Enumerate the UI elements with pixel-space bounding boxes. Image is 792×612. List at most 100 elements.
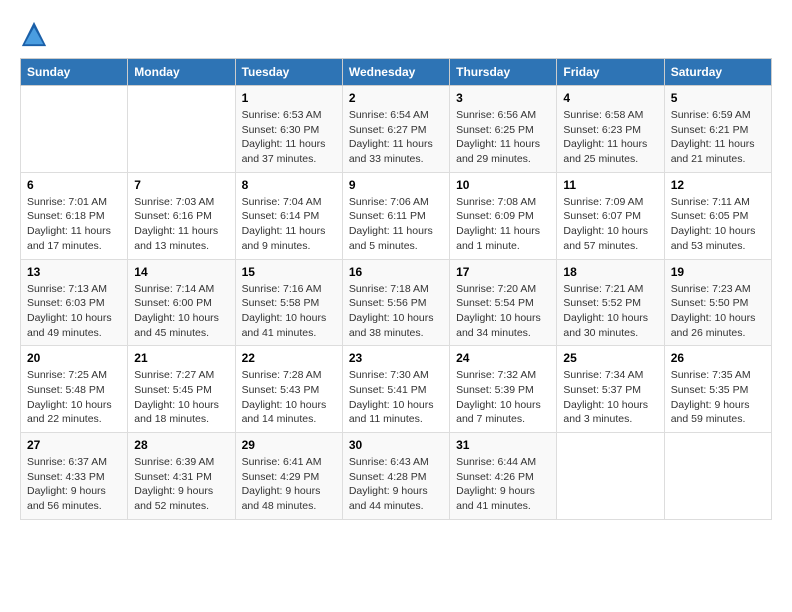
day-number: 30 xyxy=(349,438,443,452)
day-info: Sunrise: 7:21 AMSunset: 5:52 PMDaylight:… xyxy=(563,282,657,341)
calendar-week-row: 20Sunrise: 7:25 AMSunset: 5:48 PMDayligh… xyxy=(21,346,772,433)
day-info: Sunrise: 7:18 AMSunset: 5:56 PMDaylight:… xyxy=(349,282,443,341)
calendar-day-cell: 9 Sunrise: 7:06 AMSunset: 6:11 PMDaylight… xyxy=(342,172,449,259)
calendar-day-cell: 28 Sunrise: 6:39 AMSunset: 4:31 PMDayligh… xyxy=(128,433,235,520)
day-number: 15 xyxy=(242,265,336,279)
day-number: 26 xyxy=(671,351,765,365)
day-info: Sunrise: 7:08 AMSunset: 6:09 PMDaylight:… xyxy=(456,195,550,254)
day-info: Sunrise: 6:54 AMSunset: 6:27 PMDaylight:… xyxy=(349,108,443,167)
calendar-day-cell xyxy=(664,433,771,520)
day-number: 4 xyxy=(563,91,657,105)
logo-icon xyxy=(20,20,48,48)
calendar-day-cell: 5 Sunrise: 6:59 AMSunset: 6:21 PMDaylight… xyxy=(664,86,771,173)
weekday-header: Saturday xyxy=(664,59,771,86)
calendar-day-cell xyxy=(557,433,664,520)
calendar-day-cell: 26 Sunrise: 7:35 AMSunset: 5:35 PMDayligh… xyxy=(664,346,771,433)
day-info: Sunrise: 6:59 AMSunset: 6:21 PMDaylight:… xyxy=(671,108,765,167)
calendar-day-cell: 8 Sunrise: 7:04 AMSunset: 6:14 PMDaylight… xyxy=(235,172,342,259)
calendar-day-cell: 14Sunrise: 7:14 AMSunset: 6:00 PMDayligh… xyxy=(128,259,235,346)
day-info: Sunrise: 7:01 AMSunset: 6:18 PMDaylight:… xyxy=(27,195,121,254)
calendar-day-cell xyxy=(21,86,128,173)
day-number: 8 xyxy=(242,178,336,192)
day-info: Sunrise: 7:35 AMSunset: 5:35 PMDaylight:… xyxy=(671,368,765,427)
day-info: Sunrise: 6:41 AMSunset: 4:29 PMDaylight:… xyxy=(242,455,336,514)
day-info: Sunrise: 7:28 AMSunset: 5:43 PMDaylight:… xyxy=(242,368,336,427)
calendar-day-cell: 18 Sunrise: 7:21 AMSunset: 5:52 PMDayligh… xyxy=(557,259,664,346)
calendar-day-cell: 3 Sunrise: 6:56 AMSunset: 6:25 PMDaylight… xyxy=(450,86,557,173)
calendar-day-cell: 6 Sunrise: 7:01 AMSunset: 6:18 PMDaylight… xyxy=(21,172,128,259)
day-number: 28 xyxy=(134,438,228,452)
day-number: 17 xyxy=(456,265,550,279)
day-info: Sunrise: 6:56 AMSunset: 6:25 PMDaylight:… xyxy=(456,108,550,167)
day-number: 21 xyxy=(134,351,228,365)
calendar-day-cell: 23Sunrise: 7:30 AMSunset: 5:41 PMDayligh… xyxy=(342,346,449,433)
day-info: Sunrise: 7:34 AMSunset: 5:37 PMDaylight:… xyxy=(563,368,657,427)
calendar-day-cell: 2 Sunrise: 6:54 AMSunset: 6:27 PMDaylight… xyxy=(342,86,449,173)
logo xyxy=(20,20,52,48)
day-number: 6 xyxy=(27,178,121,192)
calendar-day-cell: 29 Sunrise: 6:41 AMSunset: 4:29 PMDayligh… xyxy=(235,433,342,520)
day-info: Sunrise: 6:44 AMSunset: 4:26 PMDaylight:… xyxy=(456,455,550,514)
day-info: Sunrise: 6:43 AMSunset: 4:28 PMDaylight:… xyxy=(349,455,443,514)
day-info: Sunrise: 7:03 AMSunset: 6:16 PMDaylight:… xyxy=(134,195,228,254)
day-info: Sunrise: 7:16 AMSunset: 5:58 PMDaylight:… xyxy=(242,282,336,341)
day-info: Sunrise: 7:23 AMSunset: 5:50 PMDaylight:… xyxy=(671,282,765,341)
weekday-row: SundayMondayTuesdayWednesdayThursdayFrid… xyxy=(21,59,772,86)
calendar-header: SundayMondayTuesdayWednesdayThursdayFrid… xyxy=(21,59,772,86)
calendar-day-cell: 16 Sunrise: 7:18 AMSunset: 5:56 PMDayligh… xyxy=(342,259,449,346)
day-number: 1 xyxy=(242,91,336,105)
calendar-day-cell xyxy=(128,86,235,173)
calendar-day-cell: 21 Sunrise: 7:27 AMSunset: 5:45 PMDayligh… xyxy=(128,346,235,433)
calendar-day-cell: 10 Sunrise: 7:08 AMSunset: 6:09 PMDayligh… xyxy=(450,172,557,259)
day-info: Sunrise: 6:58 AMSunset: 6:23 PMDaylight:… xyxy=(563,108,657,167)
day-info: Sunrise: 7:11 AMSunset: 6:05 PMDaylight:… xyxy=(671,195,765,254)
calendar-day-cell: 1 Sunrise: 6:53 AMSunset: 6:30 PMDaylight… xyxy=(235,86,342,173)
calendar-day-cell: 17Sunrise: 7:20 AMSunset: 5:54 PMDayligh… xyxy=(450,259,557,346)
weekday-header: Friday xyxy=(557,59,664,86)
calendar-day-cell: 31Sunrise: 6:44 AMSunset: 4:26 PMDayligh… xyxy=(450,433,557,520)
day-info: Sunrise: 7:04 AMSunset: 6:14 PMDaylight:… xyxy=(242,195,336,254)
calendar-week-row: 13Sunrise: 7:13 AMSunset: 6:03 PMDayligh… xyxy=(21,259,772,346)
day-number: 5 xyxy=(671,91,765,105)
calendar-day-cell: 4 Sunrise: 6:58 AMSunset: 6:23 PMDaylight… xyxy=(557,86,664,173)
weekday-header: Thursday xyxy=(450,59,557,86)
day-number: 3 xyxy=(456,91,550,105)
day-info: Sunrise: 7:32 AMSunset: 5:39 PMDaylight:… xyxy=(456,368,550,427)
day-number: 27 xyxy=(27,438,121,452)
day-number: 9 xyxy=(349,178,443,192)
day-info: Sunrise: 6:53 AMSunset: 6:30 PMDaylight:… xyxy=(242,108,336,167)
day-number: 25 xyxy=(563,351,657,365)
calendar-day-cell: 20Sunrise: 7:25 AMSunset: 5:48 PMDayligh… xyxy=(21,346,128,433)
day-number: 12 xyxy=(671,178,765,192)
day-info: Sunrise: 7:25 AMSunset: 5:48 PMDaylight:… xyxy=(27,368,121,427)
day-info: Sunrise: 7:30 AMSunset: 5:41 PMDaylight:… xyxy=(349,368,443,427)
day-number: 16 xyxy=(349,265,443,279)
weekday-header: Monday xyxy=(128,59,235,86)
calendar-table: SundayMondayTuesdayWednesdayThursdayFrid… xyxy=(20,58,772,520)
day-number: 22 xyxy=(242,351,336,365)
day-number: 29 xyxy=(242,438,336,452)
weekday-header: Sunday xyxy=(21,59,128,86)
calendar-day-cell: 12 Sunrise: 7:11 AMSunset: 6:05 PMDayligh… xyxy=(664,172,771,259)
weekday-header: Tuesday xyxy=(235,59,342,86)
day-number: 24 xyxy=(456,351,550,365)
day-number: 18 xyxy=(563,265,657,279)
day-number: 19 xyxy=(671,265,765,279)
day-number: 10 xyxy=(456,178,550,192)
calendar-day-cell: 13Sunrise: 7:13 AMSunset: 6:03 PMDayligh… xyxy=(21,259,128,346)
day-number: 2 xyxy=(349,91,443,105)
calendar-day-cell: 30 Sunrise: 6:43 AMSunset: 4:28 PMDayligh… xyxy=(342,433,449,520)
calendar-body: 1 Sunrise: 6:53 AMSunset: 6:30 PMDaylight… xyxy=(21,86,772,520)
weekday-header: Wednesday xyxy=(342,59,449,86)
day-info: Sunrise: 7:06 AMSunset: 6:11 PMDaylight:… xyxy=(349,195,443,254)
day-info: Sunrise: 7:09 AMSunset: 6:07 PMDaylight:… xyxy=(563,195,657,254)
calendar-day-cell: 24 Sunrise: 7:32 AMSunset: 5:39 PMDayligh… xyxy=(450,346,557,433)
page-header xyxy=(20,20,772,48)
day-info: Sunrise: 6:39 AMSunset: 4:31 PMDaylight:… xyxy=(134,455,228,514)
day-number: 13 xyxy=(27,265,121,279)
calendar-week-row: 27 Sunrise: 6:37 AMSunset: 4:33 PMDayligh… xyxy=(21,433,772,520)
day-info: Sunrise: 6:37 AMSunset: 4:33 PMDaylight:… xyxy=(27,455,121,514)
day-info: Sunrise: 7:27 AMSunset: 5:45 PMDaylight:… xyxy=(134,368,228,427)
calendar-day-cell: 19 Sunrise: 7:23 AMSunset: 5:50 PMDayligh… xyxy=(664,259,771,346)
calendar-day-cell: 11Sunrise: 7:09 AMSunset: 6:07 PMDayligh… xyxy=(557,172,664,259)
